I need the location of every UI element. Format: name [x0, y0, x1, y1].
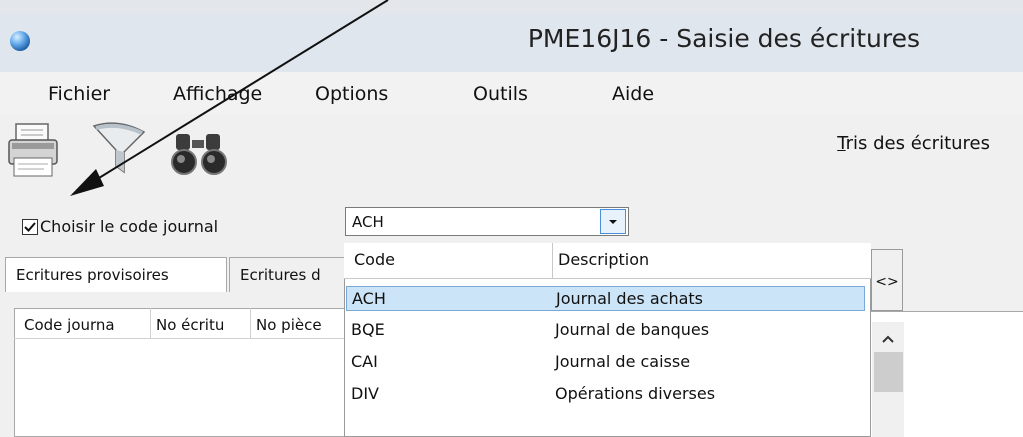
journal-code-value: ACH — [352, 213, 384, 231]
menu-affichage[interactable]: Affichage — [173, 83, 262, 105]
checkmark-icon — [24, 222, 36, 232]
dropdown-option-ach[interactable]: ACH Journal des achats — [346, 286, 865, 311]
dropdown-option-bqe[interactable]: BQE Journal de banques — [346, 318, 865, 343]
option-code: CAI — [351, 352, 378, 371]
dropdown-col-description: Description — [558, 250, 650, 269]
binoculars-icon[interactable] — [170, 130, 230, 178]
tab-ecritures-provisoires[interactable]: Ecritures provisoires — [5, 257, 227, 292]
toolbar — [0, 114, 1023, 196]
option-code: DIV — [351, 384, 379, 403]
tab-ecritures-definitives[interactable]: Ecritures d — [229, 257, 349, 292]
option-description: Journal de banques — [555, 320, 710, 339]
option-description: Journal des achats — [556, 289, 703, 308]
filter-funnel-icon[interactable] — [88, 120, 150, 180]
menu-outils[interactable]: Outils — [473, 83, 528, 105]
dropdown-col-divider — [552, 243, 553, 279]
window-title: PME16J16 - Saisie des écritures — [527, 24, 920, 53]
dropdown-header: Code Description — [344, 243, 871, 279]
menu-fichier[interactable]: Fichier — [48, 83, 110, 105]
menu-options[interactable]: Options — [315, 83, 388, 105]
entries-grid-header: Code journa No écritu No pièce — [14, 308, 346, 339]
scroll-up-icon[interactable] — [877, 331, 899, 347]
journal-code-checkbox-label[interactable]: Choisir le code journal — [40, 217, 218, 236]
top-edge-strip — [0, 0, 1023, 14]
option-description: Opérations diverses — [555, 384, 716, 403]
combobox-dropdown-button[interactable] — [600, 209, 626, 234]
col-code-journal[interactable]: Code journa — [24, 316, 115, 334]
option-code: BQE — [351, 320, 385, 339]
menu-bar: Fichier Affichage Options Outils Aide — [0, 72, 1023, 114]
journal-code-checkbox[interactable] — [22, 219, 38, 235]
expand-toggle-button[interactable]: <> — [871, 249, 903, 311]
col-divider[interactable] — [150, 308, 151, 338]
sort-link-label: ris des écritures — [845, 133, 990, 154]
dropdown-option-cai[interactable]: CAI Journal de caisse — [346, 350, 865, 375]
col-no-ecriture[interactable]: No écritu — [156, 316, 224, 334]
dropdown-option-div[interactable]: DIV Opérations diverses — [346, 382, 865, 407]
sort-entries-link[interactable]: Tris des écritures — [837, 133, 990, 154]
col-no-piece[interactable]: No pièce — [256, 316, 322, 334]
journal-code-combobox[interactable] — [345, 207, 629, 236]
chevron-down-icon — [609, 220, 617, 224]
sort-link-accesskey: T — [837, 133, 846, 154]
menu-aide[interactable]: Aide — [612, 83, 654, 105]
option-description: Journal de caisse — [555, 352, 691, 371]
col-divider[interactable] — [250, 308, 251, 338]
printer-icon[interactable] — [6, 122, 62, 180]
scrollbar-thumb[interactable] — [874, 352, 903, 392]
option-code: ACH — [352, 289, 386, 308]
dropdown-col-code: Code — [354, 250, 395, 269]
